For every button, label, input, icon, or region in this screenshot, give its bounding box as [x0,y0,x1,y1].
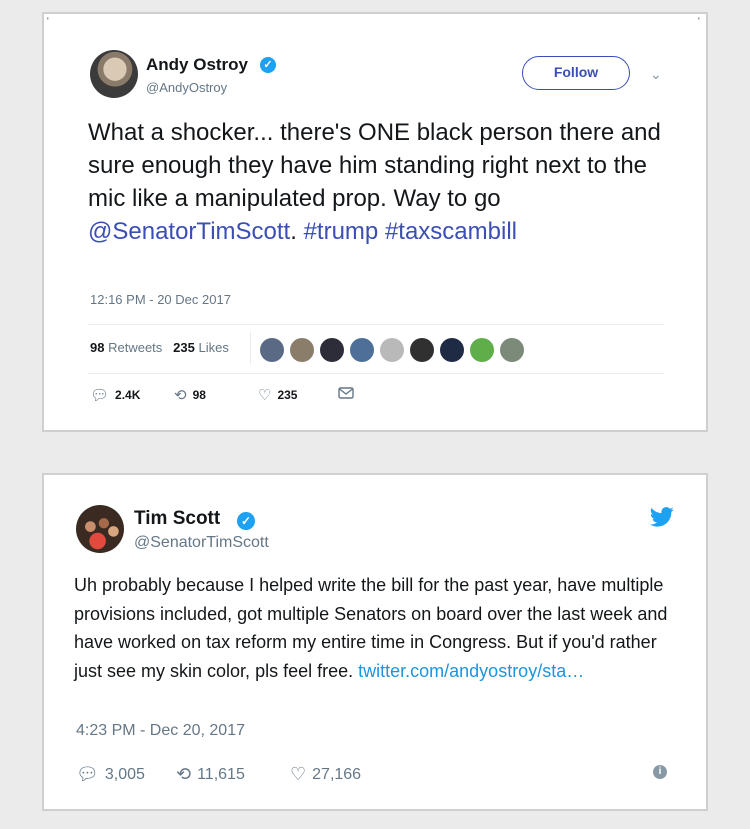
retweet-count: 98 [192,388,206,402]
liker-avatar[interactable] [290,338,314,362]
chevron-down-icon[interactable]: ⌄ [650,66,662,83]
liker-avatar[interactable] [320,338,344,362]
author-name[interactable]: Andy Ostroy [146,55,248,75]
heart-icon: ♡ [258,387,272,404]
mention-link[interactable]: @SenatorTimScott [88,218,290,245]
liker-avatar[interactable] [410,338,434,362]
retweet-count[interactable]: 98 [90,340,104,355]
tweet-text: Uh probably because I helped write the b… [74,571,674,685]
twitter-bird-icon[interactable] [650,507,674,527]
likes-label[interactable]: Likes [198,340,228,355]
envelope-icon [338,387,354,399]
reply-button[interactable]: 💬︎ 3,005 [76,764,145,785]
avatar[interactable] [90,50,138,98]
hashtag-link[interactable]: #trump [304,218,379,245]
retweet-button[interactable]: ⟲ 11,615 [176,764,245,785]
liker-avatar[interactable] [500,338,524,362]
liker-avatar[interactable] [440,338,464,362]
liker-avatar[interactable] [380,338,404,362]
divider [250,332,251,364]
dm-button[interactable] [338,386,354,401]
tweet-card-tim-scott: Tim Scott ✓ @SenatorTimScott Uh probably… [42,473,708,811]
retweets-label[interactable]: Retweets [108,340,162,355]
retweet-count: 11,615 [197,766,245,783]
retweet-button[interactable]: ⟲ 98 [174,386,206,404]
divider [88,324,664,325]
corner-mark: ' [47,16,49,26]
reply-button[interactable]: 💬︎ 2.4K [90,386,140,404]
timestamp[interactable]: 4:23 PM - Dec 20, 2017 [76,722,245,740]
reply-icon: 💬︎ [90,387,110,404]
verified-badge-icon: ✓ [260,57,276,73]
like-count: 235 [277,388,298,402]
reply-icon: 💬︎ [76,764,99,784]
author-handle[interactable]: @AndyOstroy [146,80,227,95]
reply-count: 3,005 [104,766,145,783]
liker-avatar[interactable] [350,338,374,362]
hashtag-link[interactable]: #taxscambill [385,218,517,245]
tweet-text-body: What a shocker... there's ONE black pers… [88,119,661,212]
tweet-text: What a shocker... there's ONE black pers… [88,116,678,248]
divider [88,373,664,374]
verified-badge-icon: ✓ [237,512,255,530]
tweet-card-andy-ostroy: ' ' Andy Ostroy ✓ @AndyOstroy Follow ⌄ W… [42,12,708,432]
like-count[interactable]: 235 [173,340,195,355]
tweet-link[interactable]: twitter.com/andyostroy/sta… [358,661,584,681]
corner-mark: ' [698,16,700,26]
follow-button[interactable]: Follow [522,56,630,90]
reply-count: 2.4K [115,388,141,402]
author-handle[interactable]: @SenatorTimScott [134,534,269,552]
engagement-stats: 98 Retweets 235 Likes [90,340,229,355]
info-icon[interactable]: i [653,765,667,779]
like-button[interactable]: ♡ 235 [258,386,297,404]
tweet-text-separator: . [290,218,304,245]
like-count: 27,166 [312,766,362,783]
liker-avatar[interactable] [260,338,284,362]
timestamp[interactable]: 12:16 PM - 20 Dec 2017 [90,292,231,307]
liker-avatar[interactable] [470,338,494,362]
author-name[interactable]: Tim Scott [134,508,220,530]
retweet-icon: ⟲ [174,387,187,404]
like-button[interactable]: ♡ 27,166 [290,764,361,785]
avatar[interactable] [76,505,124,553]
heart-icon: ♡ [290,764,307,784]
retweet-icon: ⟲ [176,764,192,784]
